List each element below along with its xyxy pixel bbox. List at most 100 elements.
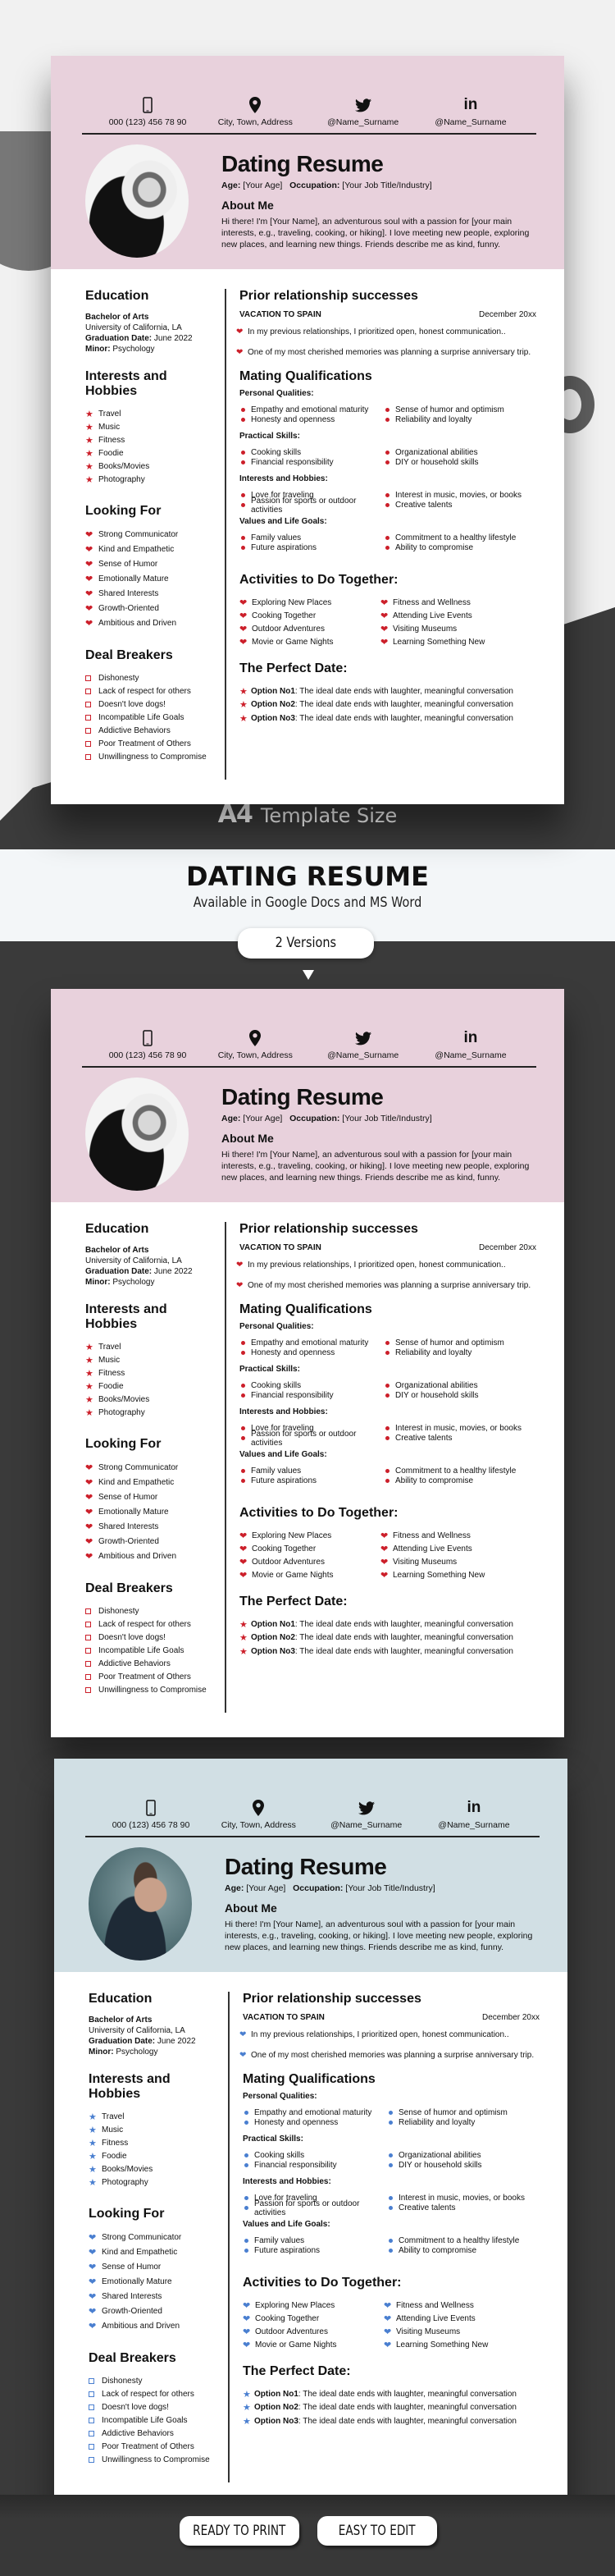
heart-icon: ❤: [85, 588, 93, 599]
activities-list: ❤ Exploring New Places ❤ Fitness and Wellne…: [239, 1529, 536, 1581]
star-icon: ★: [85, 422, 93, 432]
mating-subheading: Values and Life Goals:: [243, 2220, 330, 2229]
heart-icon: ❤: [89, 2262, 97, 2272]
list-item: Future aspirations: [243, 2246, 387, 2257]
list-item: ★ Books/Movies: [89, 2164, 153, 2175]
prior-heading: Prior relationship successes: [239, 1222, 418, 1236]
perfect-date-heading: The Perfect Date:: [243, 2364, 351, 2378]
star-icon: ★: [85, 409, 93, 419]
heart-icon: ❤: [239, 1531, 248, 1541]
prior-date: December 20xx: [478, 310, 536, 319]
perfect-date-options: ★ Option No1: The ideal date ends with la…: [243, 2387, 540, 2428]
heart-icon: ❤: [85, 544, 93, 555]
heart-icon: ❤: [239, 1544, 248, 1554]
list-item: ❤ Ambitious and Driven: [85, 618, 177, 629]
dot-bullet-icon: [385, 1479, 390, 1484]
mating-items: Cooking skills Organizational abilities Fi…: [239, 447, 536, 468]
heart-icon: ❤: [239, 624, 248, 634]
dot-bullet-icon: [241, 1436, 245, 1441]
heart-icon: ❤: [380, 1544, 389, 1554]
list-item: ★ Books/Movies: [85, 461, 150, 472]
resume-title: Dating Resume: [221, 151, 384, 176]
mating-subheading: Values and Life Goals:: [239, 517, 327, 526]
list-item: ★ Foodie: [89, 2151, 127, 2162]
list-item: Lack of respect for others: [85, 1617, 216, 1631]
heart-icon: ❤: [239, 637, 248, 647]
mating-items: Empathy and emotional maturity Sense of h…: [239, 1338, 536, 1358]
mating-heading: Mating Qualifications: [239, 369, 372, 383]
square-bullet-icon: [89, 2417, 102, 2423]
prior-success-item: ❤ In my previous relationships, I priorit…: [239, 2030, 509, 2039]
heart-icon: ❤: [85, 1551, 93, 1562]
heart-icon: ❤: [239, 2030, 247, 2039]
list-item: Honesty and openness: [239, 1348, 384, 1359]
template-size-label: Template Size: [260, 804, 398, 827]
versions-pill: 2 Versions: [238, 928, 374, 959]
list-item: Incompatible Life Goals: [89, 2414, 220, 2427]
perfect-date-option: ★ Option No3: The ideal date ends with la…: [239, 713, 513, 724]
square-bullet-icon: [85, 701, 98, 707]
contact-linkedin: in @Name_Surname: [421, 93, 520, 127]
star-icon: ★: [89, 2112, 97, 2122]
heart-icon: ❤: [85, 1477, 93, 1488]
mating-subheading: Practical Skills:: [239, 432, 300, 441]
list-item: DIY or household skills: [384, 458, 536, 469]
list-item: ❤ Exploring New Places: [243, 2300, 335, 2311]
list-item: ★ Fitness: [85, 1368, 125, 1379]
list-item: Sense of humor and optimism: [384, 405, 536, 415]
heart-icon: ❤: [85, 1521, 93, 1532]
prior-heading: Prior relationship successes: [243, 1992, 421, 2006]
list-item: Creative talents: [384, 501, 536, 511]
phone-icon: [98, 93, 197, 117]
education-details: Bachelor of Arts University of Californi…: [85, 1246, 193, 1287]
list-item: ❤ Movie or Game Nights: [239, 1570, 334, 1581]
square-bullet-icon: [85, 1673, 98, 1680]
deal-breakers-list: Dishonesty Lack of respect for others Does…: [85, 1604, 216, 1696]
perfect-date-option: ★ Option No1: The ideal date ends with la…: [243, 2389, 517, 2400]
heart-icon: ❤: [239, 2050, 247, 2060]
heart-icon: ❤: [380, 1531, 389, 1541]
list-item: Creative talents: [384, 1434, 536, 1444]
list-item: ❤ Visiting Museums: [380, 624, 458, 634]
resume-header: 000 (123) 456 78 90 City, Town, Address …: [51, 989, 564, 1202]
mating-items: Empathy and emotional maturity Sense of h…: [243, 2107, 540, 2128]
heart-icon: ❤: [85, 1536, 93, 1547]
dot-bullet-icon: [241, 503, 245, 508]
square-bullet-icon: [85, 1686, 98, 1693]
woman-bw-portrait: [85, 144, 189, 258]
contact-twitter: @Name_Surname: [314, 93, 412, 127]
looking-for-list: ❤ Strong Communicator ❤ Kind and Empathetic…: [89, 2230, 220, 2333]
education-heading: Education: [85, 1222, 149, 1236]
dot-bullet-icon: [385, 1383, 390, 1388]
about-text: Hi there! I'm [Your Name], an adventurou…: [225, 1919, 533, 1952]
list-item: Addictive Behaviors: [85, 1657, 216, 1670]
list-item: Organizational abilities: [387, 2150, 540, 2161]
resume-title: Dating Resume: [225, 1854, 387, 1879]
prior-success-item: ❤ One of my most cherished memories was p…: [239, 2050, 535, 2060]
list-item: Interest in music, movies, or books: [384, 490, 536, 501]
star-icon: ★: [239, 686, 248, 697]
list-item: ★ Books/Movies: [85, 1394, 150, 1405]
looking-for-heading: Looking For: [85, 504, 162, 518]
banner-subtitle: Available in Google Docs and MS Word: [193, 895, 422, 911]
contact-twitter: @Name_Surname: [317, 1796, 416, 1830]
list-item: Future aspirations: [239, 1476, 384, 1487]
heart-icon: ❤: [243, 2327, 251, 2337]
list-item: Passion for sports or outdoor activities: [239, 496, 384, 515]
list-item: ❤ Cooking Together: [243, 2313, 320, 2324]
location-pin-icon: [209, 1796, 308, 1820]
dot-bullet-icon: [241, 535, 245, 540]
list-item: DIY or household skills: [384, 1391, 536, 1402]
square-bullet-icon: [85, 1621, 98, 1627]
list-item: ❤ Learning Something New: [384, 2340, 489, 2350]
mating-subheading: Values and Life Goals:: [239, 1450, 327, 1459]
activities-heading: Activities to Do Together:: [239, 573, 399, 587]
star-icon: ★: [85, 1381, 93, 1392]
list-item: Unwillingness to Compromise: [85, 750, 216, 763]
resume-header: 000 (123) 456 78 90 City, Town, Address …: [51, 56, 564, 269]
list-item: Empathy and emotional maturity: [243, 2107, 387, 2118]
mating-items: Love for traveling Interest in music, mov…: [239, 1423, 536, 1448]
list-item: ★ Music: [89, 2125, 124, 2135]
heart-icon: ❤: [380, 611, 389, 621]
list-item: ★ Travel: [85, 409, 121, 419]
